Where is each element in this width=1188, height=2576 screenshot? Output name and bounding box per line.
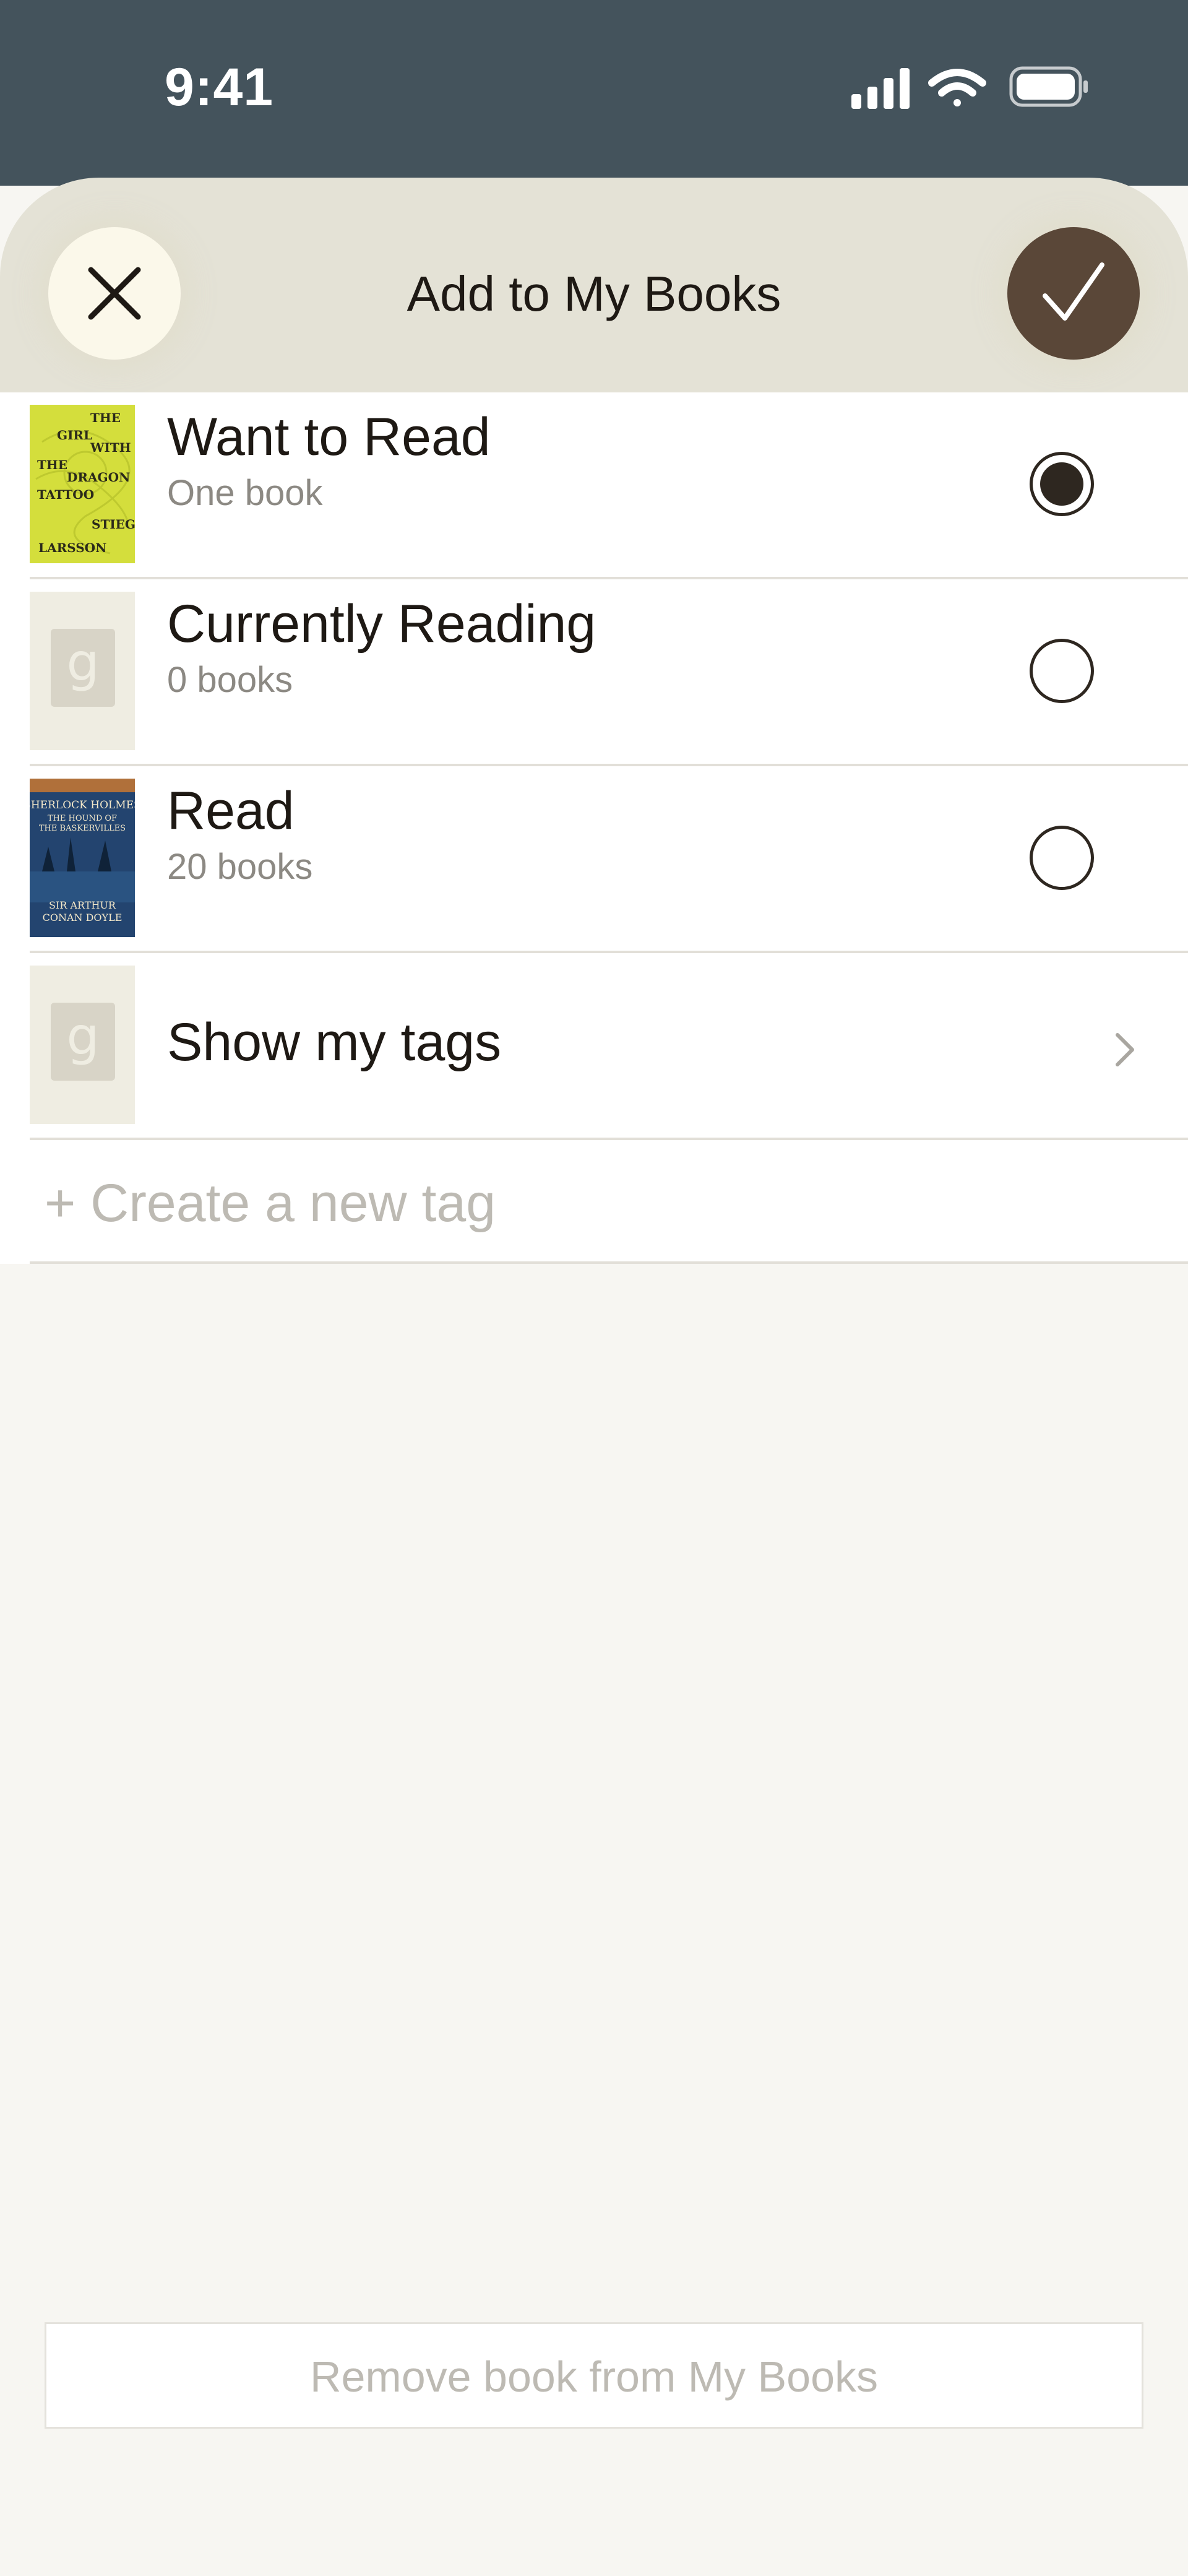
wifi-icon	[928, 69, 986, 106]
status-icons	[851, 66, 1088, 109]
cover-text: SIR ARTHUR	[49, 899, 116, 911]
cover-text: WITH	[90, 440, 131, 455]
book-cover-sherlock-holmes: SHERLOCK HOLMES THE HOUND OF THE BASKERV…	[30, 779, 135, 937]
shelf-count: 0 books	[167, 660, 293, 700]
book-cover-placeholder: g	[30, 966, 135, 1124]
cover-text: THE	[90, 410, 121, 425]
show-tags-label: Show my tags	[167, 1013, 502, 1072]
book-cover-dragon-tattoo: THE GIRL WITH THE DRAGON TATTOO STIEG LA…	[30, 405, 135, 563]
confirm-button[interactable]	[1007, 227, 1140, 360]
create-tag-row[interactable]: + Create a new tag	[30, 1140, 1188, 1264]
battery-icon	[1009, 66, 1088, 107]
shelf-count: One book	[167, 473, 323, 513]
shelf-title: Currently Reading	[167, 594, 596, 654]
shelf-row-read[interactable]: SHERLOCK HOLMES THE HOUND OF THE BASKERV…	[30, 766, 1188, 953]
remove-book-button[interactable]: Remove book from My Books	[45, 2322, 1143, 2429]
cover-text: SHERLOCK HOLMES	[30, 799, 135, 811]
shelf-row-currently-reading[interactable]: g Currently Reading 0 books	[30, 579, 1188, 766]
cover-text: THE HOUND OF	[48, 814, 117, 823]
cover-text: DRAGON	[67, 470, 130, 485]
status-bar: 9:41	[0, 0, 1188, 186]
shelf-title: Want to Read	[167, 407, 491, 467]
shelf-radio[interactable]	[1030, 826, 1094, 890]
goodreads-placeholder-icon: g	[51, 629, 115, 707]
cover-text: THE	[37, 457, 67, 472]
show-tags-row[interactable]: g Show my tags	[30, 953, 1188, 1140]
cover-text: THE BASKERVILLES	[39, 824, 126, 833]
goodreads-placeholder-icon: g	[51, 1003, 115, 1081]
cover-text: TATTOO	[37, 487, 94, 502]
shelf-radio-selected[interactable]	[1030, 452, 1094, 516]
signal-icon	[851, 68, 910, 109]
shelf-count: 20 books	[167, 847, 313, 887]
shelf-title: Read	[167, 781, 295, 841]
status-time: 9:41	[165, 58, 274, 117]
create-tag-label: + Create a new tag	[45, 1173, 496, 1233]
shelf-list: THE GIRL WITH THE DRAGON TATTOO STIEG LA…	[0, 392, 1188, 1264]
shelf-radio[interactable]	[1030, 639, 1094, 703]
chevron-right-icon	[1116, 1033, 1134, 1066]
cover-text: GIRL	[57, 428, 92, 443]
book-cover-placeholder: g	[30, 592, 135, 750]
shelf-row-want-to-read[interactable]: THE GIRL WITH THE DRAGON TATTOO STIEG LA…	[30, 392, 1188, 579]
checkmark-icon	[1043, 262, 1104, 321]
cover-text: LARSSON	[38, 540, 106, 555]
cover-text: STIEG	[92, 517, 135, 532]
remove-book-label: Remove book from My Books	[309, 2353, 879, 2401]
cover-text: CONAN DOYLE	[43, 912, 123, 923]
